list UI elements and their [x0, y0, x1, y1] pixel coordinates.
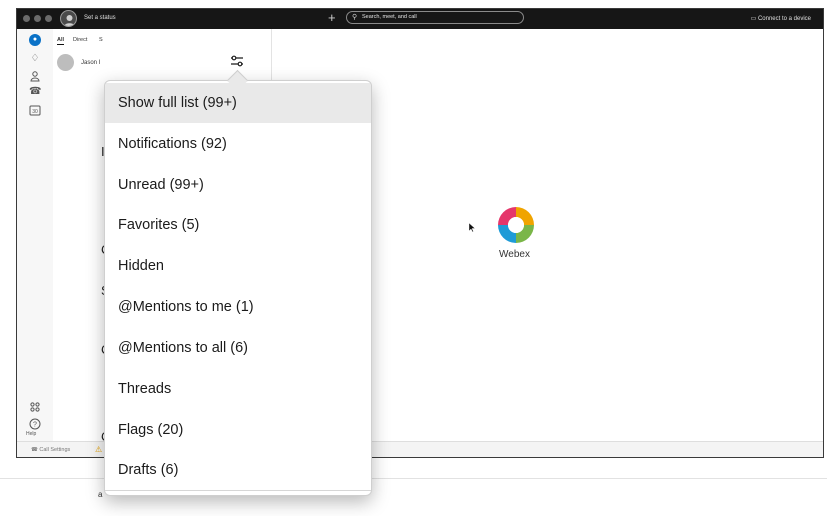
contacts-icon[interactable] — [29, 70, 41, 82]
warning-icon[interactable]: ⚠ — [95, 445, 102, 454]
search-input[interactable]: ⚲ Search, meet, and call — [346, 11, 524, 24]
minimize-window-button[interactable] — [34, 15, 41, 22]
calls-icon[interactable]: ☎ — [29, 86, 41, 98]
person-icon — [64, 15, 75, 26]
meetings-icon[interactable]: 30 — [29, 104, 41, 116]
filter-icon[interactable] — [229, 54, 245, 68]
nav-rail: ● ♢ ☎ 30 ? Help — [17, 29, 54, 441]
apps-icon[interactable] — [29, 401, 41, 413]
maximize-window-button[interactable] — [45, 15, 52, 22]
tab-direct[interactable]: Direct — [73, 37, 87, 43]
call-settings-button[interactable]: ☎ Call Settings — [31, 447, 70, 453]
avatar — [57, 54, 74, 71]
notification-icon[interactable]: ♢ — [29, 53, 41, 65]
menu-item-flags[interactable]: Flags (20) — [105, 410, 371, 450]
menu-item-unread[interactable]: Unread (99+) — [105, 165, 371, 205]
help-label: Help — [26, 431, 37, 437]
contact-name[interactable]: Jason I — [81, 60, 100, 66]
plus-icon[interactable]: + — [328, 11, 336, 25]
chat-icon[interactable]: ● — [29, 34, 41, 46]
phone-settings-icon: ☎ — [31, 447, 38, 453]
menu-item-mentions-to-me[interactable]: @Mentions to me (1) — [105, 287, 371, 327]
tab-all[interactable]: All — [57, 37, 65, 45]
menu-divider — [105, 490, 371, 491]
svg-text:?: ? — [33, 422, 37, 429]
mouse-cursor-icon — [469, 223, 475, 232]
set-status-link[interactable]: Set a status — [84, 15, 116, 21]
connect-to-device-button[interactable]: ▭ Connect to a device — [751, 15, 811, 22]
search-placeholder: Search, meet, and call — [362, 14, 417, 20]
tab-spaces[interactable]: S — [99, 37, 103, 43]
connect-label: Connect to a device — [757, 16, 811, 22]
filter-menu: Show full list (99+) Notifications (92) … — [104, 80, 372, 496]
close-window-button[interactable] — [23, 15, 30, 22]
menu-item-favorites[interactable]: Favorites (5) — [105, 205, 371, 245]
background-fragment: a — [98, 490, 103, 499]
webex-label: Webex — [499, 249, 530, 260]
webex-logo-icon — [496, 205, 536, 245]
title-bar: Set a status + ⚲ Search, meet, and call … — [17, 9, 823, 29]
menu-item-notifications[interactable]: Notifications (92) — [105, 124, 371, 164]
menu-item-hidden[interactable]: Hidden — [105, 246, 371, 286]
filter-dropdown: Show full list (99+) Notifications (92) … — [104, 69, 372, 496]
help-icon[interactable]: ? — [29, 418, 41, 430]
call-settings-label: Call Settings — [39, 447, 71, 453]
device-icon: ▭ — [750, 16, 757, 22]
menu-item-threads[interactable]: Threads — [105, 369, 371, 409]
user-avatar[interactable] — [60, 10, 77, 27]
menu-item-drafts[interactable]: Drafts (6) — [105, 450, 371, 490]
menu-item-mentions-to-all[interactable]: @Mentions to all (6) — [105, 328, 371, 368]
search-icon: ⚲ — [352, 14, 358, 21]
svg-text:30: 30 — [32, 109, 38, 115]
